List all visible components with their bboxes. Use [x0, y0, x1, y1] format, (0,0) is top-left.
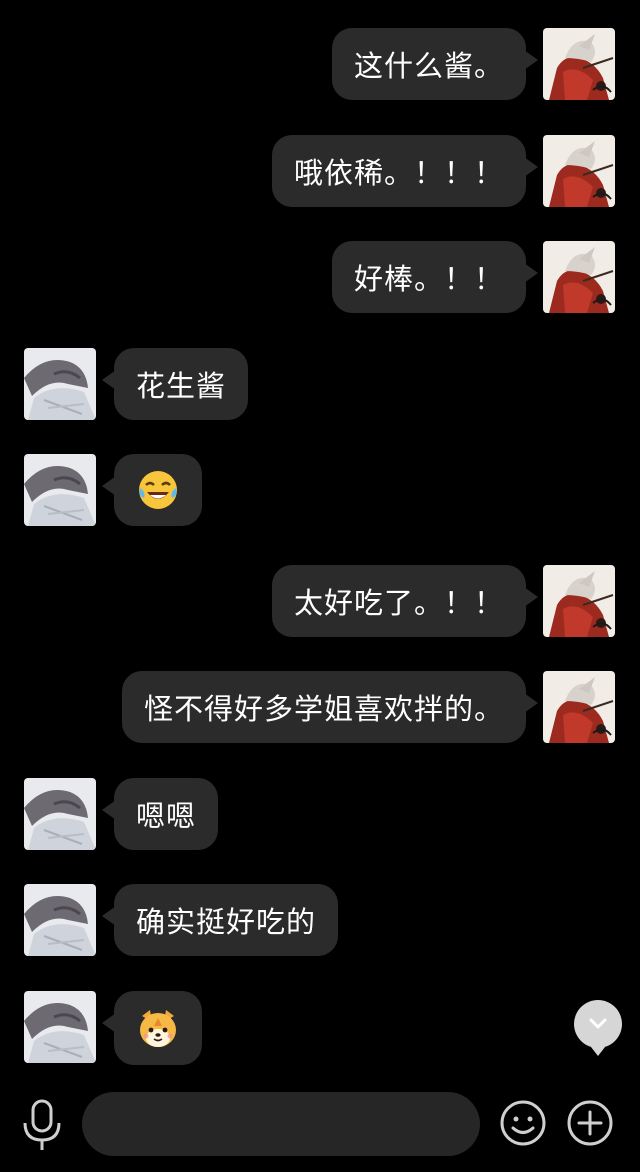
- message-bubble-incoming[interactable]: 花生酱: [101, 348, 249, 420]
- message-bubble-incoming[interactable]: 嗯嗯: [101, 778, 219, 850]
- message-text: 花生酱: [136, 369, 227, 403]
- message-row-incoming: [0, 991, 640, 1065]
- message-bubble-outgoing[interactable]: 哦依稀。！！！: [271, 135, 539, 207]
- my-avatar[interactable]: [543, 671, 615, 743]
- message-bubble-outgoing[interactable]: 怪不得好多学姐喜欢拌的。: [121, 671, 539, 743]
- contact-avatar[interactable]: [24, 884, 96, 956]
- message-bubble-incoming[interactable]: [102, 991, 202, 1065]
- message-text: 好棒。！！: [353, 262, 504, 296]
- emoji-button[interactable]: [499, 1099, 547, 1147]
- message-text: 怪不得好多学姐喜欢拌的。: [143, 692, 504, 726]
- chevron-down-icon: [589, 1018, 607, 1029]
- message-bubble-outgoing[interactable]: 这什么酱。: [331, 28, 539, 100]
- my-avatar[interactable]: [543, 241, 615, 313]
- message-text: 哦依稀。！！！: [293, 156, 504, 190]
- my-avatar[interactable]: [543, 565, 615, 637]
- my-avatar[interactable]: [543, 135, 615, 207]
- message-text: 嗯嗯: [136, 799, 197, 833]
- message-row-outgoing: 怪不得好多学姐喜欢拌的。: [0, 671, 640, 743]
- contact-avatar[interactable]: [24, 348, 96, 420]
- message-row-outgoing: 这什么酱。: [0, 28, 640, 100]
- message-bubble-outgoing[interactable]: 太好吃了。！！: [271, 565, 539, 637]
- message-bubble-outgoing[interactable]: 好棒。！！: [331, 241, 539, 313]
- my-avatar[interactable]: [543, 28, 615, 100]
- message-bubble-incoming[interactable]: 确实挺好吃的: [101, 884, 339, 956]
- laughing-tears-emoji-icon: [136, 468, 180, 512]
- message-row-incoming: [0, 454, 640, 526]
- dog-sticker-icon: [136, 1006, 180, 1050]
- message-row-outgoing: 哦依稀。！！！: [0, 135, 640, 207]
- plus-icon: [567, 1100, 613, 1146]
- message-text-input[interactable]: [82, 1092, 480, 1156]
- message-input-bar: [0, 1080, 640, 1172]
- microphone-icon: [23, 1099, 61, 1150]
- message-row-incoming: 花生酱: [0, 348, 640, 420]
- contact-avatar[interactable]: [24, 778, 96, 850]
- message-text: 这什么酱。: [353, 49, 504, 83]
- message-row-incoming: 确实挺好吃的: [0, 884, 640, 956]
- chat-message-list: 这什么酱。 哦依稀。！！！ 好棒。！！ 花生酱 太好吃了。！！ 怪不得好多学姐喜…: [0, 0, 640, 1080]
- contact-avatar[interactable]: [24, 454, 96, 526]
- voice-input-button[interactable]: [20, 1098, 64, 1154]
- more-options-button[interactable]: [566, 1099, 614, 1147]
- message-text: 太好吃了。！！: [293, 586, 504, 620]
- message-bubble-incoming[interactable]: [102, 454, 202, 526]
- smiley-icon: [500, 1100, 546, 1146]
- message-row-incoming: 嗯嗯: [0, 778, 640, 850]
- message-text: 确实挺好吃的: [136, 905, 317, 939]
- message-row-outgoing: 好棒。！！: [0, 241, 640, 313]
- contact-avatar[interactable]: [24, 991, 96, 1063]
- message-row-outgoing: 太好吃了。！！: [0, 565, 640, 637]
- scroll-to-bottom-button[interactable]: [574, 1000, 622, 1056]
